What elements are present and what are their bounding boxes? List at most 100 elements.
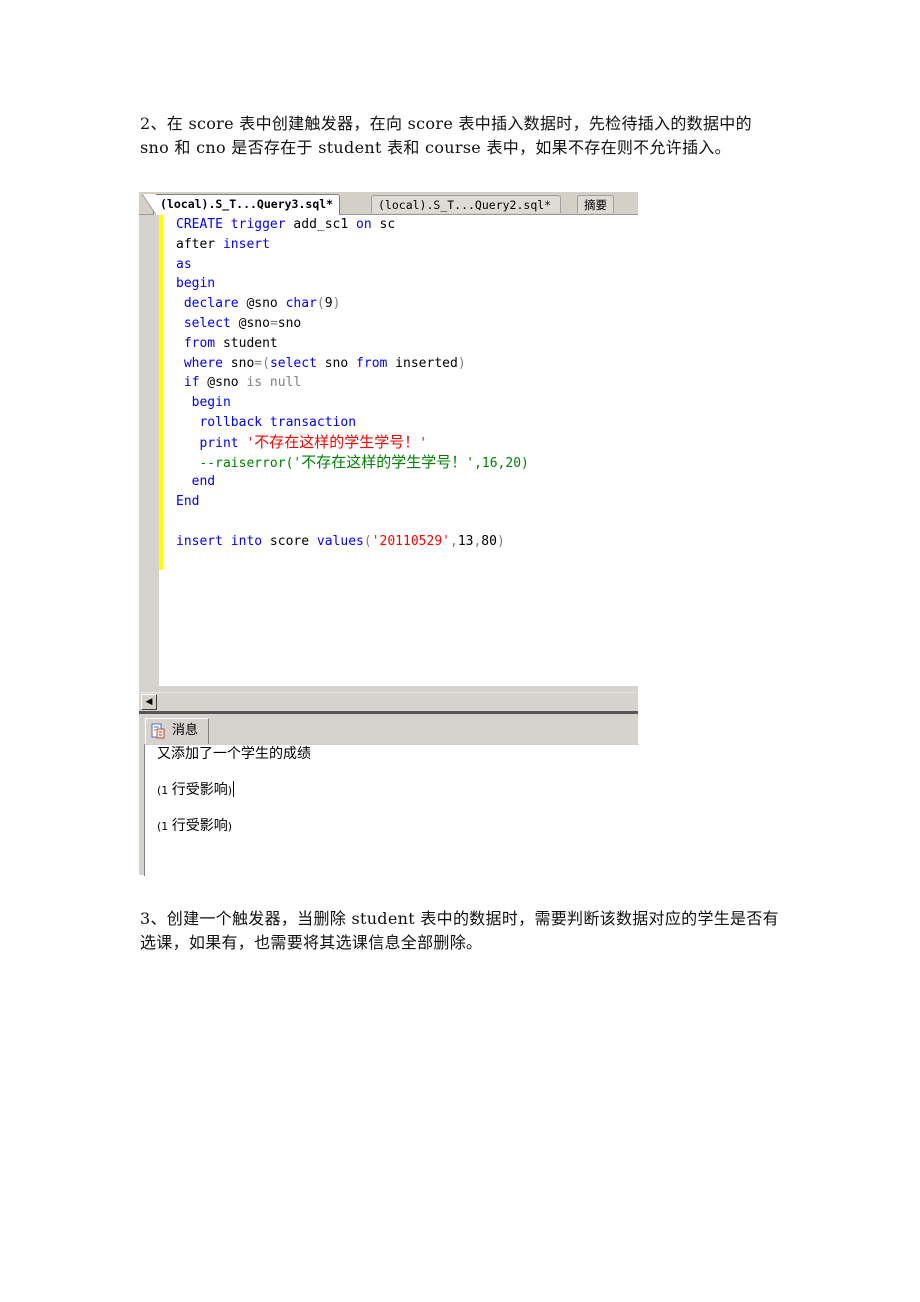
code-token: --raiserror(' [176,455,302,471]
code-token: sno [316,355,357,371]
message-suffix: ) [227,784,233,797]
horizontal-scrollbar[interactable]: ◀ [139,692,638,711]
code-token: 不存在这样的学生学号！ [301,452,467,471]
tab-query3[interactable]: (local).S_T...Query3.sql* [141,194,341,215]
code-token: sc [371,217,396,232]
text-caret [233,781,235,797]
code-line: print '不存在这样的学生学号！' [176,433,529,453]
code-line: --raiserror('不存在这样的学生学号！',16,20) [176,452,529,473]
code-token: add_sc1 [285,217,357,232]
code-token: from [183,335,216,351]
code-token: '20110529' [371,533,450,549]
code-line: end [176,472,529,492]
code-token: after [176,236,223,252]
code-token: student [215,335,278,351]
code-line: begin [176,393,529,413]
message-suffix: ) [227,820,233,833]
tab-messages[interactable]: 消息 [145,718,209,744]
message-line: (1 行受影响) [157,779,235,799]
code-token: CREATE [176,217,223,232]
ssms-screenshot: (local).S_T...Query3.sql* (local).S_T...… [139,192,639,876]
code-line: as [176,255,529,275]
message-line: 又添加了一个学生的成绩 [157,743,311,763]
code-token: rollback transaction [199,414,357,430]
code-line: declare @sno char(9) [176,294,529,314]
code-line: End [176,492,529,512]
code-token: @sno [238,296,286,312]
editor-tab-bar: (local).S_T...Query3.sql* (local).S_T...… [139,192,638,215]
paragraph-task-3: 3、创建一个触发器，当删除 student 表中的数据时，需要判断该数据对应的学… [140,909,779,952]
code-line: select @sno=sno [176,314,529,334]
query-editor[interactable]: CREATE trigger add_sc1 on sc after insert… [139,215,638,686]
code-token: ( [363,533,372,549]
code-token: is null [246,375,302,391]
code-token: ) [457,355,466,371]
code-token: ) [496,533,505,549]
message-text: 行受影响 [171,782,228,798]
code-token: where [183,355,223,371]
code-token: char [285,296,317,312]
code-token: as [176,256,192,272]
code-line: rollback transaction [176,413,529,433]
code-token: sno [222,355,255,371]
editor-gutter [139,215,159,686]
code-token: trigger [230,217,286,232]
code-token: sno [277,315,302,331]
code-token: , [449,533,458,549]
code-token: =( [254,355,270,371]
message-line: (1 行受影响) [157,815,232,835]
tab-summary[interactable]: 摘要 [577,195,614,213]
code-token: into [230,533,263,549]
code-line: CREATE trigger add_sc1 on sc [176,215,529,235]
code-token: on [356,217,372,232]
messages-icon [151,723,165,739]
code-token: @sno [199,375,247,391]
code-token: ( [316,296,325,312]
code-token: begin [191,395,231,411]
code-line: insert into score values('20110529',13,8… [176,532,529,552]
sql-code: CREATE trigger add_sc1 on sc after insert… [176,215,529,552]
code-token: ) [332,296,341,312]
message-text: 又添加了一个学生的成绩 [157,746,311,762]
code-token: begin [176,276,216,292]
results-tab-bar: 消息 [139,714,638,744]
messages-pane[interactable]: 又添加了一个学生的成绩 (1 行受影响) (1 行受影响) [144,744,639,876]
code-token: ',16,20) [466,455,529,471]
code-token: End [176,494,200,510]
code-token: insert [176,533,223,549]
code-token: declare [183,296,239,312]
code-token: if [183,375,200,391]
code-token: = [269,315,278,331]
code-token: values [316,533,364,549]
code-line: begin [176,274,529,294]
message-prefix: (1 [157,820,172,833]
tab-query2[interactable]: (local).S_T...Query2.sql* [371,195,561,213]
code-token: score [262,533,317,549]
message-text: 行受影响 [171,818,228,834]
scroll-left-arrow-icon[interactable]: ◀ [141,694,157,710]
code-token: print [199,435,239,451]
code-token: from [356,355,388,371]
code-token: inserted [387,355,458,371]
message-prefix: (1 [157,784,172,797]
code-token: 80 [481,533,497,549]
code-token: insert [222,236,270,252]
code-token: select [269,355,317,371]
change-indicator-bar [159,215,163,570]
code-token: ' [419,435,428,451]
code-token: 9 [324,296,333,312]
code-token: 13 [457,533,474,549]
paragraph-task-2: 2、在 score 表中创建触发器，在向 score 表中插入数据时，先检待插入… [140,114,752,157]
code-line: where sno=(select sno from inserted) [176,354,529,374]
